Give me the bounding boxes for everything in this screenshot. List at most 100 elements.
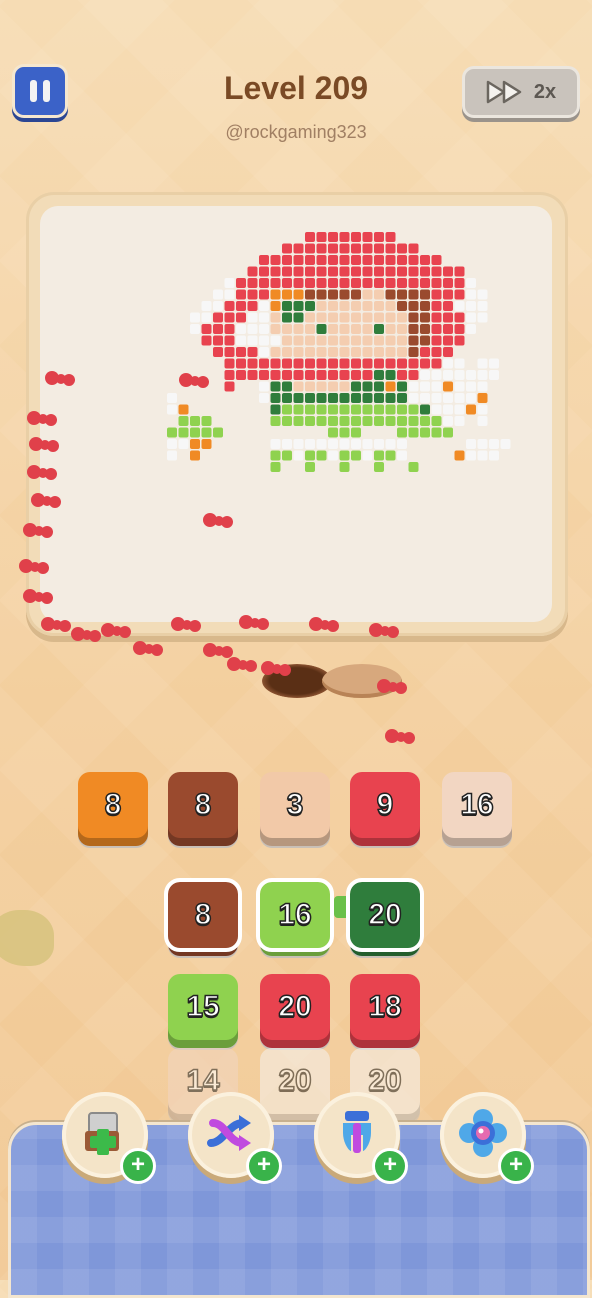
pixel-cell: [259, 266, 269, 277]
pixel-cell: [293, 416, 304, 426]
pixel-cell: [305, 358, 315, 369]
pixel-cell: [408, 255, 419, 265]
pixel-cell: [270, 404, 281, 415]
pixel-cell: [270, 393, 281, 403]
pixel-cell: [443, 427, 453, 438]
pixel-cell: [420, 370, 430, 380]
booster-button[interactable]: +: [314, 1092, 408, 1184]
pixel-cell: [374, 301, 384, 311]
pixel-cell: [443, 301, 453, 311]
grid-tile[interactable]: 16: [256, 878, 334, 952]
pixel-cell: [293, 450, 304, 461]
pixel-cell: [339, 266, 350, 277]
pixel-cell: [443, 393, 453, 403]
pixel-cell: [316, 370, 327, 380]
pixel-cell: [374, 347, 384, 357]
pixel-cell: [466, 370, 476, 380]
pixel-cell: [431, 312, 442, 323]
grid-tile[interactable]: 15: [168, 974, 238, 1040]
pixel-cell: [431, 358, 442, 369]
pixel-cell: [362, 255, 373, 265]
pixel-cell: [374, 393, 384, 403]
pixel-cell: [316, 335, 327, 346]
pixel-cell: [270, 312, 281, 323]
pixel-cell: [420, 335, 430, 346]
pixel-cell: [282, 439, 292, 449]
pixel-cell: [328, 358, 338, 369]
grid-tile[interactable]: 20: [346, 878, 424, 952]
plus-icon: +: [498, 1148, 534, 1184]
pixel-cell: [282, 255, 292, 265]
pixel-cell: [339, 347, 350, 357]
pixel-cell: [385, 439, 396, 449]
pixel-cell: [328, 381, 338, 392]
speed-toggle-button[interactable]: 2x: [462, 66, 580, 118]
pixel-cell: [316, 243, 327, 254]
pixel-cell: [213, 312, 223, 323]
pixel-cell: [477, 439, 488, 449]
pixel-cell: [397, 450, 407, 461]
pixel-cell: [282, 301, 292, 311]
pixel-cell: [420, 427, 430, 438]
pixel-cell: [293, 278, 304, 288]
pixel-cell: [374, 289, 384, 300]
pixel-cell: [385, 278, 396, 288]
pixel-cell: [362, 266, 373, 277]
pixel-cell: [270, 255, 281, 265]
pixel-cell: [362, 416, 373, 426]
pixel-cell: [247, 324, 258, 334]
booster-button[interactable]: +: [188, 1092, 282, 1184]
pixel-cell: [454, 404, 465, 415]
pixel-cell: [259, 278, 269, 288]
pixel-cell: [454, 301, 465, 311]
pixel-cell: [454, 358, 465, 369]
booster-button[interactable]: +: [62, 1092, 156, 1184]
pixel-cell: [362, 393, 373, 403]
tile-number: 16: [460, 787, 495, 822]
pixel-cell: [443, 278, 453, 288]
pixel-cell: [408, 278, 419, 288]
pixel-cell: [351, 450, 361, 461]
plus-icon: +: [372, 1148, 408, 1184]
pixel-cell: [305, 335, 315, 346]
queue-tile[interactable]: 3: [260, 772, 330, 838]
queue-tile[interactable]: 8: [168, 772, 238, 838]
pixel-cell: [431, 266, 442, 277]
pixel-cell: [236, 358, 246, 369]
pixel-cell: [282, 243, 292, 254]
grid-tile[interactable]: 20: [260, 1048, 330, 1114]
pixel-cell: [397, 289, 407, 300]
booster-button[interactable]: +: [440, 1092, 534, 1184]
grid-tile[interactable]: 8: [164, 878, 242, 952]
pixel-cell: [351, 404, 361, 415]
pixel-cell: [328, 243, 338, 254]
queue-tile[interactable]: 9: [350, 772, 420, 838]
pixel-cell: [443, 335, 453, 346]
pixel-cell: [339, 255, 350, 265]
pixel-cell: [328, 289, 338, 300]
pixel-cell: [339, 232, 350, 242]
pixel-cell: [489, 450, 499, 461]
pixel-cell: [362, 232, 373, 242]
grid-tile[interactable]: 18: [350, 974, 420, 1040]
pixel-cell: [247, 301, 258, 311]
pixel-cell: [339, 462, 350, 472]
pixel-cell: [362, 404, 373, 415]
grid-tile[interactable]: 20: [260, 974, 330, 1040]
pixel-cell: [293, 393, 304, 403]
pixel-cell: [305, 381, 315, 392]
tile-number: 20: [278, 1063, 313, 1098]
pixel-cell: [236, 301, 246, 311]
pixel-cell: [201, 427, 212, 438]
pixel-cell: [477, 301, 488, 311]
pixel-cell: [270, 416, 281, 426]
pixel-cell: [339, 404, 350, 415]
queue-tile[interactable]: 8: [78, 772, 148, 838]
pixel-cell: [316, 255, 327, 265]
pixel-cell: [397, 243, 407, 254]
pixel-cell: [454, 370, 465, 380]
tile-number: 8: [194, 787, 212, 822]
queue-tile[interactable]: 16: [442, 772, 512, 838]
pixel-cell: [339, 324, 350, 334]
pixel-cell: [316, 381, 327, 392]
